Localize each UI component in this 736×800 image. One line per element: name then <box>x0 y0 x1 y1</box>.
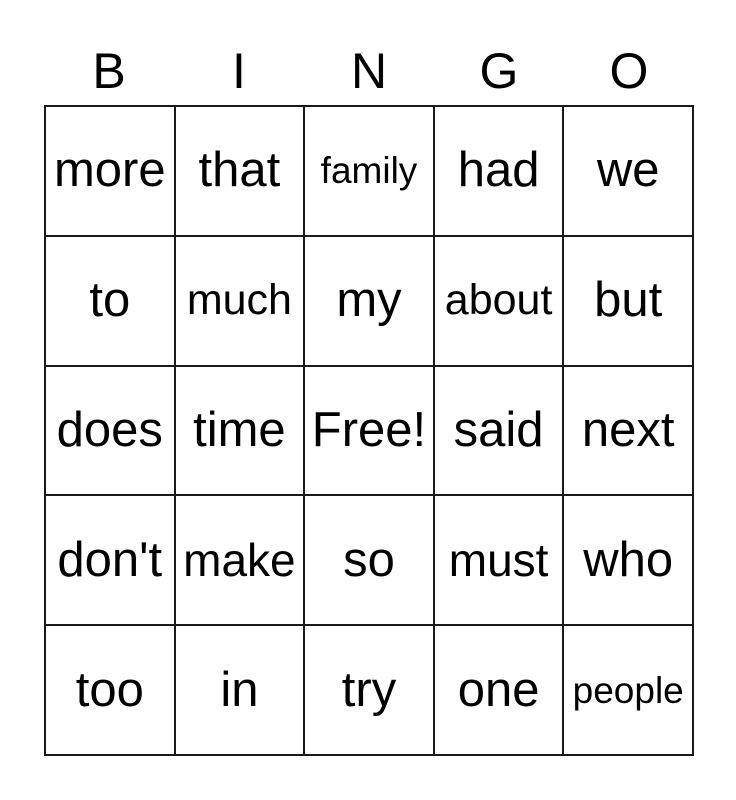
bingo-cell-label: too <box>75 662 144 717</box>
bingo-cell[interactable]: we <box>564 107 694 237</box>
bingo-cell[interactable]: that <box>175 107 306 237</box>
header-letter-o: O <box>609 42 649 99</box>
bingo-cell-label: had <box>457 143 540 198</box>
bingo-cell[interactable]: one <box>434 626 565 756</box>
bingo-cell[interactable]: don't <box>46 496 176 627</box>
bingo-cell-label: more <box>53 143 166 198</box>
bingo-cell-label: time <box>193 402 286 457</box>
bingo-cell-label: in <box>220 662 259 717</box>
bingo-cell[interactable]: my <box>305 236 435 367</box>
bingo-cell[interactable]: who <box>564 496 694 627</box>
header-cell-b: B <box>44 0 174 105</box>
bingo-cell[interactable]: family <box>305 107 435 237</box>
bingo-cell[interactable]: about <box>434 236 565 367</box>
bingo-cell-label: that <box>198 143 281 198</box>
bingo-cell-label: does <box>56 402 163 457</box>
bingo-cell-label: my <box>336 273 402 328</box>
bingo-cell-label: try <box>341 662 397 717</box>
bingo-cell[interactable]: so <box>305 496 435 627</box>
header-cell-i: I <box>174 0 304 105</box>
bingo-cell[interactable]: time <box>175 366 306 497</box>
bingo-cell-label: who <box>583 532 674 587</box>
bingo-cell[interactable]: next <box>564 366 694 497</box>
bingo-cell[interactable]: much <box>175 236 306 367</box>
header-letter-n: N <box>350 42 388 99</box>
header-letter-i: I <box>232 42 246 99</box>
header-cell-o: O <box>564 0 694 105</box>
bingo-cell[interactable]: to <box>46 236 176 367</box>
bingo-cell[interactable]: but <box>564 236 694 367</box>
bingo-cell-label: don't <box>57 532 163 587</box>
bingo-cell-label: so <box>343 532 395 587</box>
bingo-cell[interactable]: make <box>175 496 306 627</box>
bingo-cell-label: people <box>572 669 684 711</box>
header-cell-g: G <box>434 0 564 105</box>
bingo-cell[interactable]: said <box>434 366 565 497</box>
header-letter-g: G <box>479 42 519 99</box>
bingo-header-row: B I N G O <box>44 0 694 105</box>
bingo-free-cell[interactable]: Free! <box>305 366 435 497</box>
bingo-cell[interactable]: too <box>46 626 176 756</box>
bingo-cell-label: make <box>183 534 296 587</box>
bingo-free-label: Free! <box>311 402 427 457</box>
header-letter-b: B <box>92 42 126 99</box>
bingo-cell-label: one <box>457 662 540 717</box>
bingo-cell-label: to <box>89 273 131 328</box>
bingo-cell[interactable]: must <box>434 496 565 627</box>
bingo-cell[interactable]: people <box>564 626 694 756</box>
header-cell-n: N <box>304 0 434 105</box>
bingo-cell[interactable]: in <box>175 626 306 756</box>
bingo-cell[interactable]: try <box>305 626 435 756</box>
bingo-cell-label: we <box>596 143 660 198</box>
bingo-cell[interactable]: more <box>46 107 176 237</box>
bingo-cell[interactable]: does <box>46 366 176 497</box>
bingo-cell-label: next <box>581 402 675 457</box>
bingo-card: B I N G O more that family had we to muc… <box>44 0 694 756</box>
bingo-cell-label: must <box>448 534 549 587</box>
bingo-grid: more that family had we to much my about… <box>44 105 694 756</box>
bingo-cell-label: said <box>453 402 544 457</box>
bingo-cell-label: much <box>186 276 292 325</box>
bingo-cell-label: about <box>444 276 553 325</box>
bingo-cell-label: but <box>594 273 663 328</box>
bingo-cell-label: family <box>320 150 418 192</box>
bingo-cell[interactable]: had <box>434 107 565 237</box>
